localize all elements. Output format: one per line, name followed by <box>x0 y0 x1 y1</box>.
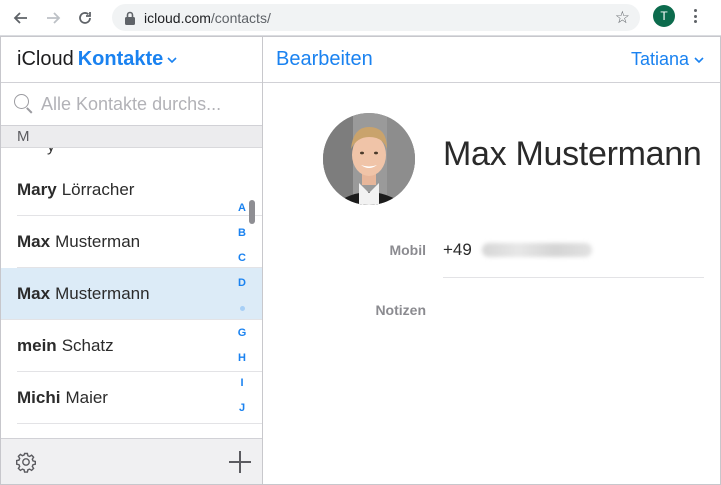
chevron-down-icon[interactable] <box>167 52 177 67</box>
reload-button[interactable] <box>74 7 96 29</box>
detail-header: Bearbeiten Tatiana <box>263 37 720 83</box>
index-dot[interactable] <box>239 306 245 311</box>
forward-button[interactable] <box>42 7 64 29</box>
search-input[interactable] <box>41 93 246 115</box>
contact-first-name: Max <box>17 284 51 303</box>
back-button[interactable] <box>10 7 32 29</box>
contact-last-name: Musterman <box>55 232 141 251</box>
list-item[interactable]: Michi Maier <box>1 372 262 424</box>
list-item[interactable]: mein Schatz <box>1 320 262 372</box>
contacts-sidebar: iCloud Kontakte M y Mary Lörracher Max M… <box>1 37 263 484</box>
contact-photo <box>323 113 415 205</box>
contact-first-name: mein <box>17 336 57 355</box>
index-letter[interactable]: C <box>238 246 246 271</box>
url-path: /contacts/ <box>210 9 271 26</box>
index-letter[interactable]: J <box>239 396 245 421</box>
app-switcher[interactable]: Kontakte <box>78 48 164 71</box>
field-divider <box>443 277 704 278</box>
contact-first-name: Mary <box>17 180 57 199</box>
arrow-left-icon <box>13 11 27 24</box>
arrow-right-icon <box>47 11 61 24</box>
index-letter[interactable]: B <box>238 221 246 246</box>
partial-list-item: y <box>1 148 262 164</box>
contact-detail: Bearbeiten Tatiana Max Mustermann Mobil … <box>263 37 720 484</box>
phone-value[interactable]: +49 <box>443 240 592 260</box>
contact-first-name: Michi <box>17 388 61 407</box>
search-bar <box>1 83 262 126</box>
search-icon <box>13 93 35 115</box>
url-text: icloud.com/contacts/ <box>144 10 271 26</box>
edit-button[interactable]: Bearbeiten <box>276 48 373 71</box>
section-header-letter: M <box>1 126 262 148</box>
index-letter[interactable]: H <box>238 346 246 371</box>
notes-label: Notizen <box>375 302 426 318</box>
list-item-selected[interactable]: Max Mustermann <box>1 268 262 320</box>
index-letter[interactable]: D <box>238 271 246 296</box>
contact-list[interactable]: y Mary Lörracher Max Musterman Max Muste… <box>1 148 262 434</box>
url-host: icloud.com <box>144 9 211 26</box>
app-title: iCloud Kontakte <box>1 37 262 83</box>
alphabet-index[interactable]: A B C D G H I J <box>229 196 255 426</box>
index-letter[interactable]: A <box>238 196 246 221</box>
index-letter[interactable]: G <box>238 321 247 346</box>
icloud-contacts-app: iCloud Kontakte M y Mary Lörracher Max M… <box>0 36 721 485</box>
contact-first-name: Max <box>17 232 51 251</box>
kebab-menu-icon[interactable] <box>690 6 700 26</box>
plus-icon[interactable] <box>229 451 251 473</box>
contact-last-name: Schatz <box>61 336 114 355</box>
scrollbar-thumb[interactable] <box>249 200 255 224</box>
profile-avatar[interactable]: T <box>653 5 675 27</box>
list-item[interactable]: Max Musterman <box>1 216 262 268</box>
phone-label: Mobil <box>389 242 426 258</box>
phone-prefix: +49 <box>443 240 472 259</box>
gear-icon[interactable] <box>15 451 37 473</box>
user-name: Tatiana <box>630 49 689 69</box>
reload-icon <box>79 11 91 24</box>
contact-last-name: Maier <box>65 388 108 407</box>
browser-toolbar: icloud.com/contacts/ ☆ T <box>0 0 721 36</box>
lock-icon <box>124 11 136 25</box>
list-item[interactable]: Mary Lörracher <box>1 164 262 216</box>
sidebar-footer <box>1 438 262 484</box>
index-letter[interactable]: I <box>240 371 243 396</box>
address-bar[interactable]: icloud.com/contacts/ ☆ <box>112 4 640 31</box>
contact-last-name: Mustermann <box>55 284 150 303</box>
chevron-down-icon <box>694 53 704 67</box>
contact-name: Max Mustermann <box>443 135 702 173</box>
brand-icloud: iCloud <box>17 48 74 70</box>
contact-last-name: Lörracher <box>61 180 135 199</box>
star-icon[interactable]: ☆ <box>615 8 630 28</box>
redacted-phone-number <box>481 243 592 257</box>
user-menu[interactable]: Tatiana <box>631 49 704 70</box>
